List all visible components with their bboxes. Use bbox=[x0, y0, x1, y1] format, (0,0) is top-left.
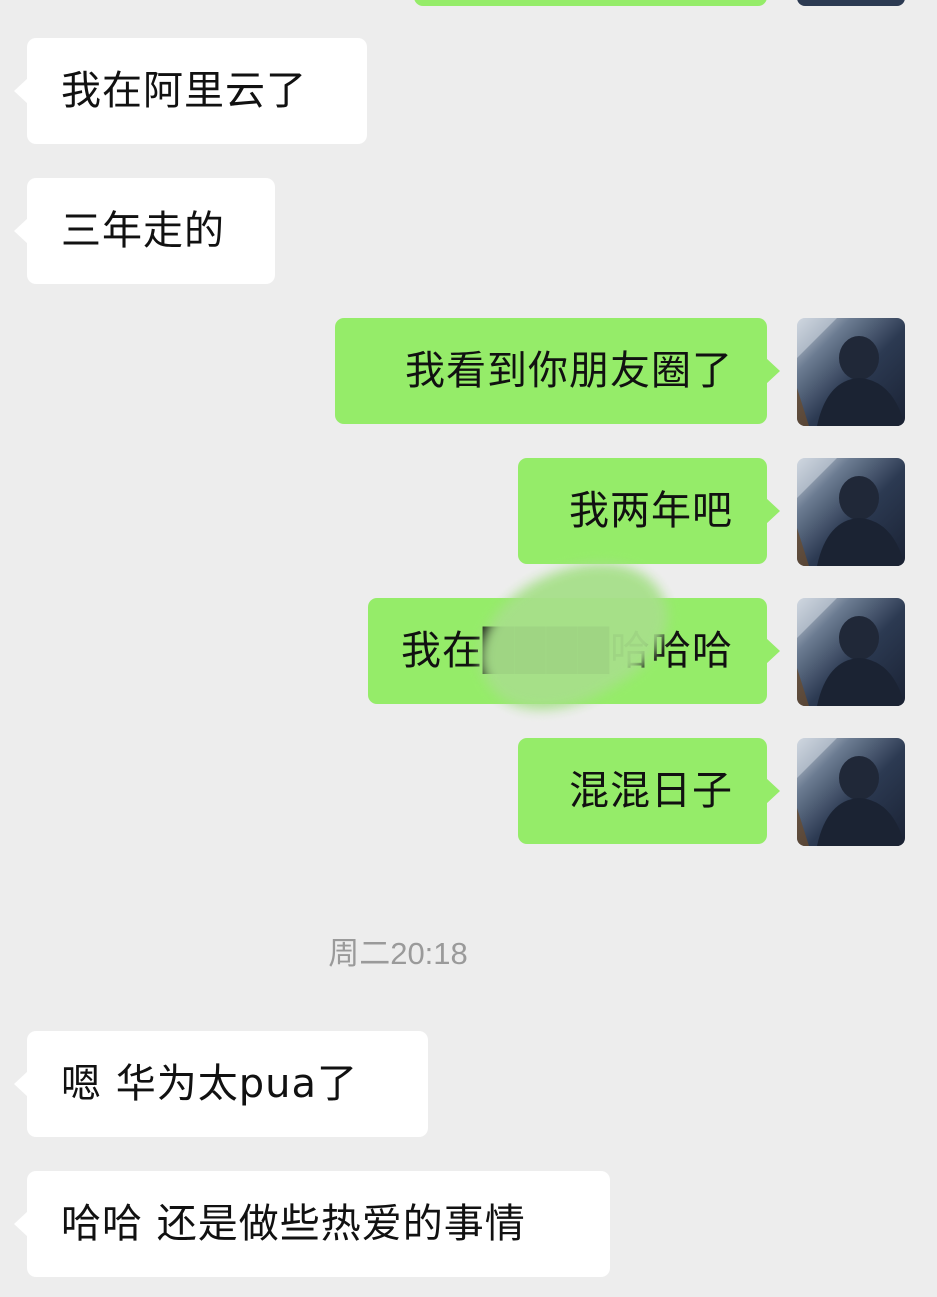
previous-avatar-edge[interactable] bbox=[797, 0, 905, 6]
previous-message-bubble-edge[interactable] bbox=[414, 0, 767, 6]
user-avatar-icon[interactable] bbox=[797, 458, 905, 566]
incoming-message-bubble[interactable]: 三年走的 bbox=[14, 178, 275, 284]
message-text: 三年走的 bbox=[61, 208, 225, 254]
message-text: 我看到你朋友圈了 bbox=[405, 348, 733, 394]
message-text: 混混日子 bbox=[569, 768, 733, 814]
message-text: 我两年吧 bbox=[569, 488, 733, 534]
incoming-message-bubble[interactable]: 哈哈 还是做些热爱的事情 bbox=[14, 1171, 610, 1277]
incoming-message-bubble[interactable]: 嗯 华为太pua了 bbox=[14, 1031, 428, 1137]
message-text: 嗯 华为太pua了 bbox=[61, 1061, 358, 1107]
user-avatar-icon[interactable] bbox=[797, 738, 905, 846]
outgoing-message-bubble[interactable]: 混混日子 bbox=[518, 738, 780, 844]
message-text: 哈哈 还是做些热爱的事情 bbox=[61, 1201, 526, 1247]
user-avatar-icon[interactable] bbox=[797, 318, 905, 426]
outgoing-message-bubble[interactable]: 我两年吧 bbox=[518, 458, 780, 564]
outgoing-message-bubble[interactable]: 我看到你朋友圈了 bbox=[335, 318, 780, 424]
user-avatar-icon[interactable] bbox=[797, 598, 905, 706]
message-text: 我在阿里云了 bbox=[61, 68, 307, 114]
message-timestamp: 周二20:18 bbox=[328, 936, 468, 971]
incoming-message-bubble[interactable]: 我在阿里云了 bbox=[14, 38, 367, 144]
